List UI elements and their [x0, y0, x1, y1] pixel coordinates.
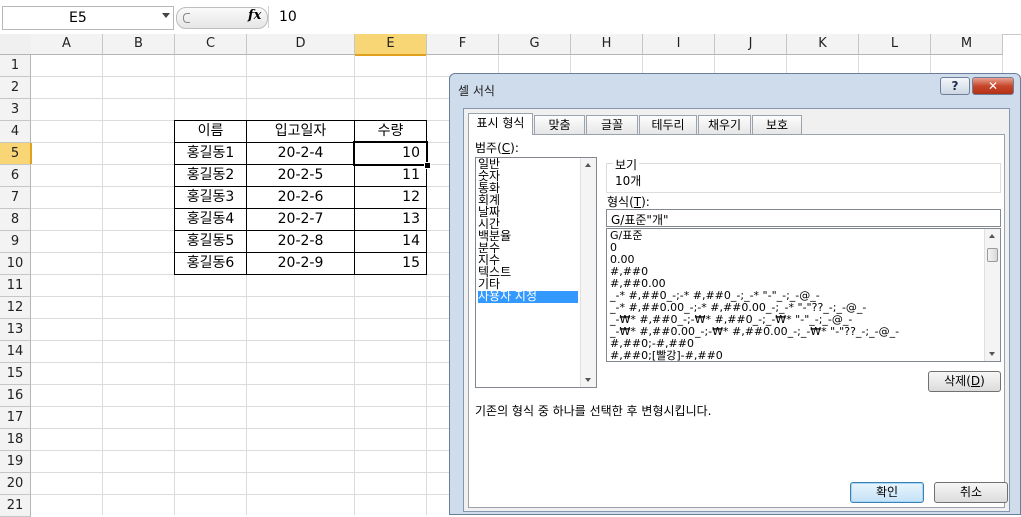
formula-input[interactable]: 10 [268, 6, 1019, 28]
format-code-item[interactable]: #,##0;[빨강]-#,##0 [610, 350, 723, 361]
chevron-down-icon[interactable] [162, 13, 170, 18]
row-header-19[interactable]: 19 [0, 451, 31, 473]
column-header-l[interactable]: L [859, 34, 931, 55]
format-cells-dialog: 셀 서식 ? ✕ 표시 형식 맞춤 글꼴 테두리 채우기 보호 범주(C): 일반 숫자 통화… [449, 73, 1021, 515]
table-cell[interactable]: 14 [354, 230, 427, 253]
row-header-10[interactable]: 10 [0, 253, 31, 275]
name-box-value: E5 [69, 10, 87, 26]
row-header-6[interactable]: 6 [0, 165, 31, 187]
format-description: 기존의 형식 중 하나를 선택한 후 변형시킵니다. [475, 404, 712, 418]
row-header-18[interactable]: 18 [0, 429, 31, 451]
column-header-c[interactable]: C [175, 34, 247, 55]
table-header-cell[interactable]: 수량 [354, 120, 427, 143]
number-format-panel: 범주(C): 일반 숫자 통화 회계 날짜 시간 백분율 분수 지수 텍스트 기타 사용자 지정 10… [468, 134, 1005, 508]
table-cell[interactable]: 20-2-4 [246, 142, 355, 165]
table-cell[interactable]: 홍길동6 [174, 252, 247, 275]
row-header-9[interactable]: 9 [0, 231, 31, 253]
tab-5[interactable]: 채우기 [698, 115, 751, 134]
active-cell-outline [353, 141, 428, 166]
column-header-e[interactable]: E [355, 34, 427, 56]
row-header-21[interactable]: 21 [0, 495, 31, 517]
column-header-g[interactable]: G [499, 34, 571, 55]
delete-button[interactable]: 삭제(D) [928, 371, 1001, 392]
row-header-4[interactable]: 4 [0, 121, 31, 143]
scroll-thumb[interactable] [987, 248, 998, 262]
table-cell[interactable]: 홍길동2 [174, 164, 247, 187]
table-cell[interactable]: 20-2-9 [246, 252, 355, 275]
scroll-up-icon[interactable] [585, 163, 591, 167]
column-header-f[interactable]: F [427, 34, 499, 55]
dialog-body: 표시 형식 맞춤 글꼴 테두리 채우기 보호 범주(C): 일반 숫자 통화 회계 날짜 시간 백분율… [463, 108, 1010, 512]
row-header-5[interactable]: 5 [0, 143, 32, 165]
table-cell[interactable]: 12 [354, 186, 427, 209]
column-header-h[interactable]: H [571, 34, 643, 55]
row-header-20[interactable]: 20 [0, 473, 31, 495]
category-list[interactable]: 일반 숫자 통화 회계 날짜 시간 백분율 분수 지수 텍스트 기타 사용자 지정 [475, 157, 597, 388]
row-header-1[interactable]: 1 [0, 55, 31, 77]
row-header-8[interactable]: 8 [0, 209, 31, 231]
row-header-13[interactable]: 13 [0, 319, 31, 341]
formula-value: 10 [279, 9, 297, 25]
preview-value: 10개 [615, 174, 642, 188]
row-header-7[interactable]: 7 [0, 187, 31, 209]
category-label: 범주(C): [475, 141, 519, 155]
type-label: 형식(T): [607, 195, 650, 209]
format-scrollbar[interactable] [984, 229, 1000, 361]
tab-6[interactable]: 보호 [752, 115, 802, 134]
formula-bar: E5 fx 10 [0, 0, 1021, 35]
column-header-b[interactable]: B [103, 34, 175, 55]
row-header-14[interactable]: 14 [0, 341, 31, 363]
select-all-corner[interactable] [0, 34, 32, 55]
column-header-i[interactable]: I [643, 34, 715, 55]
table-header-cell[interactable]: 입고일자 [246, 120, 355, 143]
table-cell[interactable]: 홍길동4 [174, 208, 247, 231]
table-cell[interactable]: 홍길동1 [174, 142, 247, 165]
grip-icon [183, 13, 190, 23]
scroll-down-icon[interactable] [989, 352, 995, 356]
row-header-3[interactable]: 3 [0, 99, 31, 121]
dialog-title: 셀 서식 [458, 84, 495, 98]
tab-4[interactable]: 테두리 [639, 115, 697, 134]
scroll-up-icon[interactable] [989, 234, 995, 238]
table-cell[interactable]: 13 [354, 208, 427, 231]
tab-3[interactable]: 글꼴 [586, 115, 638, 134]
row-header-12[interactable]: 12 [0, 297, 31, 319]
table-cell[interactable]: 15 [354, 252, 427, 275]
type-input[interactable]: G/표준"개" [606, 209, 1001, 227]
row-header-11[interactable]: 11 [0, 275, 31, 297]
close-button[interactable]: ✕ [972, 77, 1014, 95]
column-header-d[interactable]: D [247, 34, 355, 55]
format-code-list[interactable]: G/표준 0 0.00 #,##0 #,##0.00 _-* #,##0_-;-* #,#… [606, 228, 1001, 362]
fill-handle[interactable] [424, 162, 431, 169]
row-header-2[interactable]: 2 [0, 77, 31, 99]
table-cell[interactable]: 홍길동5 [174, 230, 247, 253]
row-header-16[interactable]: 16 [0, 385, 31, 407]
row-header-15[interactable]: 15 [0, 363, 31, 385]
tab-1[interactable]: 표시 형식 [468, 113, 533, 135]
row-header-17[interactable]: 17 [0, 407, 31, 429]
insert-function-icon[interactable]: fx [248, 8, 261, 23]
table-cell[interactable]: 20-2-6 [246, 186, 355, 209]
name-box[interactable]: E5 [2, 6, 174, 30]
preview-label: 보기 [613, 156, 640, 173]
table-cell[interactable]: 11 [354, 164, 427, 187]
tab-2[interactable]: 맞춤 [534, 115, 585, 134]
column-header-a[interactable]: A [31, 34, 103, 55]
ok-button[interactable]: 확인 [850, 482, 924, 503]
table-cell[interactable]: 20-2-5 [246, 164, 355, 187]
category-item[interactable]: 사용자 지정 [478, 290, 578, 303]
cancel-button[interactable]: 취소 [934, 482, 1008, 503]
scroll-down-icon[interactable] [585, 378, 591, 382]
preview-box: 10개 [606, 163, 1001, 193]
table-cell[interactable]: 20-2-7 [246, 208, 355, 231]
column-header-k[interactable]: K [787, 34, 859, 55]
table-header-cell[interactable]: 이름 [174, 120, 247, 143]
category-scrollbar[interactable] [580, 158, 596, 387]
column-header-j[interactable]: J [715, 34, 787, 55]
column-header-m[interactable]: M [931, 34, 1003, 55]
table-cell[interactable]: 홍길동3 [174, 186, 247, 209]
table-cell[interactable]: 20-2-8 [246, 230, 355, 253]
help-button[interactable]: ? [940, 77, 970, 95]
